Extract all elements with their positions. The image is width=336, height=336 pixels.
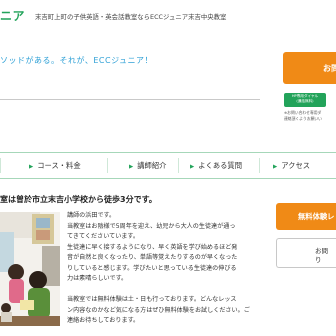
teacher-message: 講師の浜田です。 当教室はお陰様で5周年を迎え、幼児から大人の生徒達が通っ てき… xyxy=(67,211,274,327)
site-tagline: 末吉町上町の子供英語・英会話教室ならECCジュニア末吉中央教室 xyxy=(35,13,227,21)
tel-badge-line2: (通話無料) xyxy=(296,99,314,103)
body-line: てきてくださいています。 xyxy=(67,233,139,240)
nav-item-label: 講師紹介 xyxy=(137,161,167,170)
contact-cta-button[interactable]: お問 xyxy=(283,52,336,84)
contact-button-label: お問 り xyxy=(315,247,328,265)
classroom-photo xyxy=(0,212,60,326)
nav-item-faq[interactable]: ▶ よくある質問 xyxy=(190,153,242,178)
nav-item-label: よくある質問 xyxy=(198,161,243,170)
free-trial-label: 無料体験レ xyxy=(298,212,335,221)
nav-separator xyxy=(0,158,1,173)
contact-cta-label: お問 xyxy=(323,64,336,73)
nav-item-access[interactable]: ▶ アクセス xyxy=(273,153,310,178)
tel-note: ※お問い合わせ専用ダ 連絡頂くようお願いい xyxy=(284,110,322,122)
chevron-right-icon: ▶ xyxy=(29,164,34,170)
contact-line1: お問 xyxy=(315,247,328,255)
chevron-right-icon: ▶ xyxy=(273,164,278,170)
contact-line2: り xyxy=(315,256,322,264)
contact-button[interactable]: お問 り xyxy=(276,238,336,268)
nav-item-course[interactable]: ▶ コース・料金 xyxy=(29,153,81,178)
hero-divider xyxy=(0,99,260,100)
body-line: りしていると感じます。学びたいと思っている生徒達の伸びる xyxy=(67,264,237,272)
brand-logo[interactable]: ニア xyxy=(0,7,25,24)
free-trial-button[interactable]: 無料体験レ xyxy=(276,203,336,230)
chevron-right-icon: ▶ xyxy=(190,164,195,170)
body-line: 講師の浜田です。 xyxy=(67,212,116,219)
body-line: ン内容なのかなど気になる方はぜひ無料体験をお試しください。ご xyxy=(67,306,250,314)
body-line: 連絡お待ちしております。 xyxy=(67,317,140,324)
tel-badge: HP専用ダイヤル (通話無料) xyxy=(284,93,326,107)
chevron-right-icon: ▶ xyxy=(129,164,134,170)
nav-item-label: アクセス xyxy=(281,161,311,170)
nav-separator xyxy=(107,158,108,173)
body-line: 当教室では無料体験は土・日も行っております。どんなレッス xyxy=(67,296,237,303)
body-line: 当教室はお陰様で5周年を迎え、幼児から大人の生徒達が通っ xyxy=(67,222,236,230)
global-nav: ▶ コース・料金 ▶ 講師紹介 ▶ よくある質問 ▶ アクセス xyxy=(0,152,336,179)
nav-item-label: コース・料金 xyxy=(37,161,81,170)
catch-copy: ソッドがある。それが、ECCジュニア！ xyxy=(0,56,154,65)
nav-item-teacher[interactable]: ▶ 講師紹介 xyxy=(129,153,166,178)
school-heading: 室は曽於市立末吉小学校から徒歩3分です。 xyxy=(0,195,157,204)
body-line: 音が自然と良くなったり、単語等覚えたりするのが早くなった xyxy=(67,254,238,261)
body-line: 生徒達に早く接するようになり、早く英語を学び始めるほど発 xyxy=(67,243,238,251)
tel-note-line2: 連絡頂くようお願いい xyxy=(284,115,322,121)
nav-separator xyxy=(259,158,260,173)
tel-note-line1: ※お問い合わせ専用ダ xyxy=(284,110,322,115)
body-line xyxy=(67,285,274,296)
body-line: 力は素晴らしいです。 xyxy=(67,275,128,282)
nav-separator xyxy=(178,158,179,173)
